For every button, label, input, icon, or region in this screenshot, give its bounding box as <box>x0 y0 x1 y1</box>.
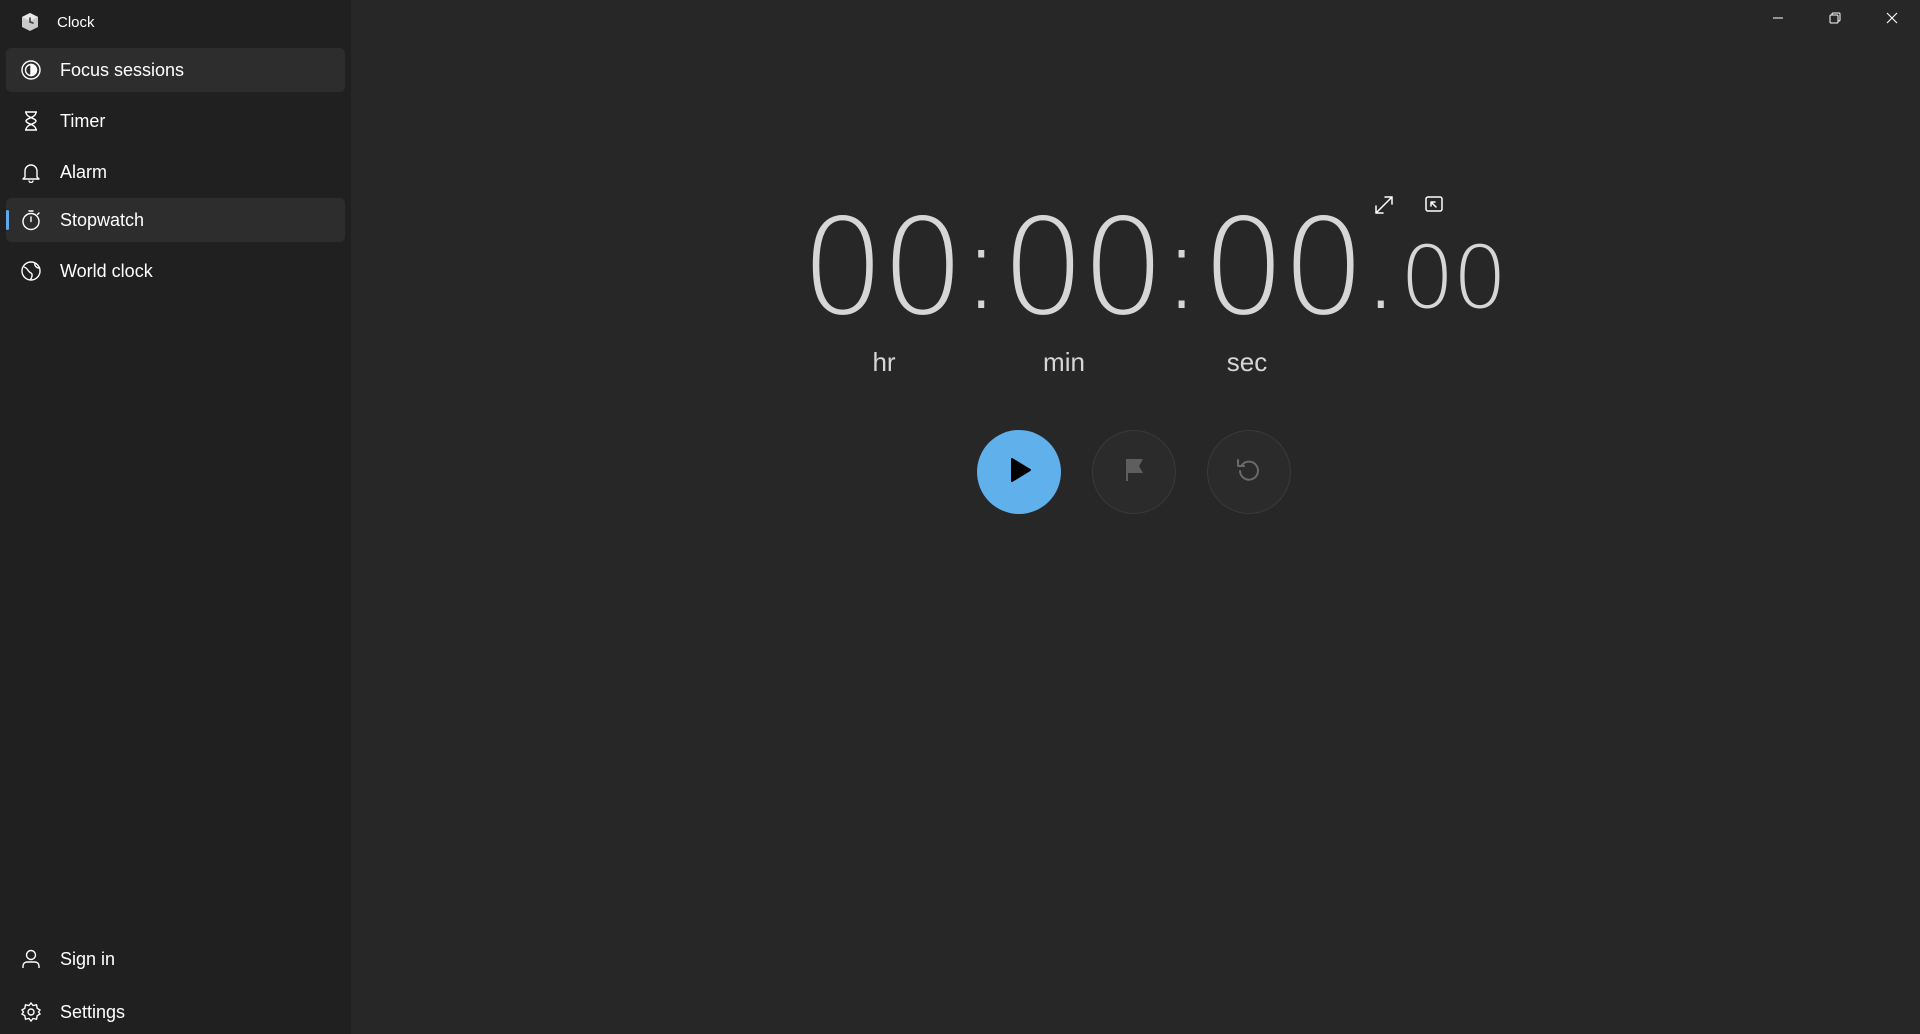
minutes-value: 00 <box>1001 191 1165 345</box>
selection-indicator <box>6 210 9 230</box>
decimal-point: . <box>1361 198 1400 337</box>
settings-label: Settings <box>60 1001 126 1022</box>
hours-value: 00 <box>801 191 965 345</box>
reset-button[interactable] <box>1207 430 1291 514</box>
hourglass-icon <box>20 110 42 132</box>
sidebar-item-label: Stopwatch <box>60 209 145 230</box>
sign-in-button[interactable]: Sign in <box>6 937 345 981</box>
bell-icon <box>20 161 42 183</box>
sidebar-item-focus-sessions[interactable]: Focus sessions <box>6 48 345 92</box>
sidebar-item-stopwatch[interactable]: Stopwatch <box>6 198 345 242</box>
person-icon <box>20 948 42 970</box>
stopwatch-display: 00 : 00 : 00 . 00 <box>801 191 1507 345</box>
sidebar-item-label: Timer <box>60 110 106 131</box>
sidebar-item-label: World clock <box>60 260 153 281</box>
time-separator: : <box>960 198 1002 337</box>
sidebar-item-label: Alarm <box>60 161 108 182</box>
start-button[interactable] <box>977 430 1061 514</box>
flag-icon <box>1119 455 1149 490</box>
title-bar: Clock <box>0 0 351 44</box>
clock-app: Clock Focus sessions Timer Alarm Stopwat… <box>0 0 1920 1034</box>
sidebar: Clock Focus sessions Timer Alarm Stopwat… <box>0 0 351 1034</box>
stopwatch-view: 00 : 00 : 00 . 00 hr min sec <box>351 0 1920 1034</box>
sign-in-label: Sign in <box>60 948 116 969</box>
sidebar-item-alarm[interactable]: Alarm <box>6 150 345 194</box>
clock-app-icon <box>20 12 40 32</box>
settings-button[interactable]: Settings <box>6 990 345 1034</box>
hundredths-value: 00 <box>1399 228 1507 328</box>
focus-icon <box>20 59 42 81</box>
gear-icon <box>20 1001 42 1023</box>
seconds-value: 00 <box>1201 191 1366 345</box>
reset-icon <box>1233 454 1265 491</box>
seconds-unit-label: sec <box>1226 347 1268 377</box>
sidebar-item-timer[interactable]: Timer <box>6 99 345 143</box>
hours-unit-label: hr <box>872 347 896 377</box>
minutes-unit-label: min <box>1043 347 1085 377</box>
stopwatch-icon <box>20 209 42 231</box>
globe-icon <box>20 260 42 282</box>
app-title: Clock <box>57 13 95 31</box>
sidebar-item-label: Focus sessions <box>60 59 185 80</box>
time-separator: : <box>1161 198 1202 337</box>
sidebar-item-world-clock[interactable]: World clock <box>6 249 345 293</box>
lap-button[interactable] <box>1092 430 1176 514</box>
play-icon <box>1004 455 1034 490</box>
